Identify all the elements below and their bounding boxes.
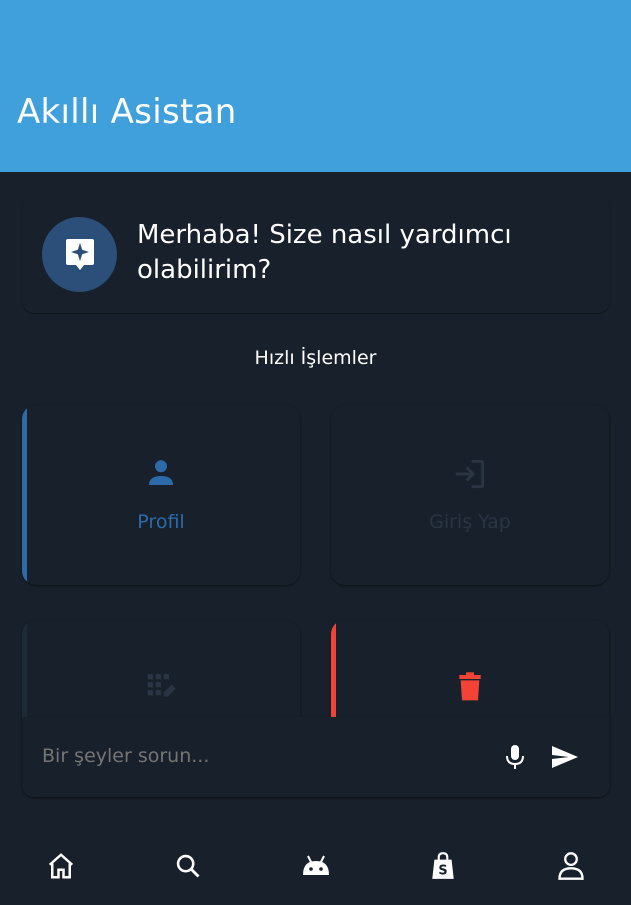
greeting-text: Merhaba! Size nasıl yardımcı olabilirim? — [137, 220, 512, 285]
nav-shop[interactable]: S — [427, 850, 459, 882]
home-icon — [48, 853, 74, 879]
send-button[interactable] — [550, 744, 580, 770]
quick-action-label: Profil — [137, 511, 185, 533]
shopping-bag-icon: S — [432, 852, 454, 879]
password-icon — [147, 674, 176, 697]
profile-icon — [558, 852, 584, 880]
app-bar: Akıllı Asistan — [0, 0, 631, 172]
nav-home[interactable] — [45, 850, 77, 882]
microphone-icon — [506, 745, 524, 769]
card-accent — [22, 405, 27, 585]
nav-android[interactable] — [300, 850, 332, 882]
bottom-navigation: S — [0, 830, 631, 905]
quick-action-login[interactable]: Giriş Yap — [331, 405, 609, 585]
quick-action-label: Giriş Yap — [429, 511, 511, 533]
quick-action-password[interactable] — [22, 620, 300, 717]
person-icon — [149, 460, 173, 485]
quick-action-profile[interactable]: Profil — [22, 405, 300, 585]
sparkle-chat-icon — [65, 238, 94, 270]
search-icon — [176, 854, 200, 878]
quick-action-delete[interactable] — [331, 620, 609, 717]
svg-text:S: S — [438, 864, 447, 879]
android-icon — [303, 855, 329, 875]
app-title: Akıllı Asistan — [17, 92, 237, 132]
chat-input[interactable] — [42, 745, 482, 767]
nav-profile[interactable] — [555, 850, 587, 882]
nav-search[interactable] — [172, 850, 204, 882]
send-icon — [552, 746, 578, 768]
login-icon — [455, 459, 485, 489]
assistant-avatar — [42, 217, 117, 292]
trash-icon — [459, 672, 481, 701]
greeting-card: Merhaba! Size nasıl yardımcı olabilirim? — [22, 196, 610, 313]
chat-input-bar — [22, 717, 610, 797]
microphone-button[interactable] — [503, 743, 527, 771]
card-accent — [22, 620, 27, 717]
quick-actions-title: Hızlı İşlemler — [254, 347, 377, 369]
